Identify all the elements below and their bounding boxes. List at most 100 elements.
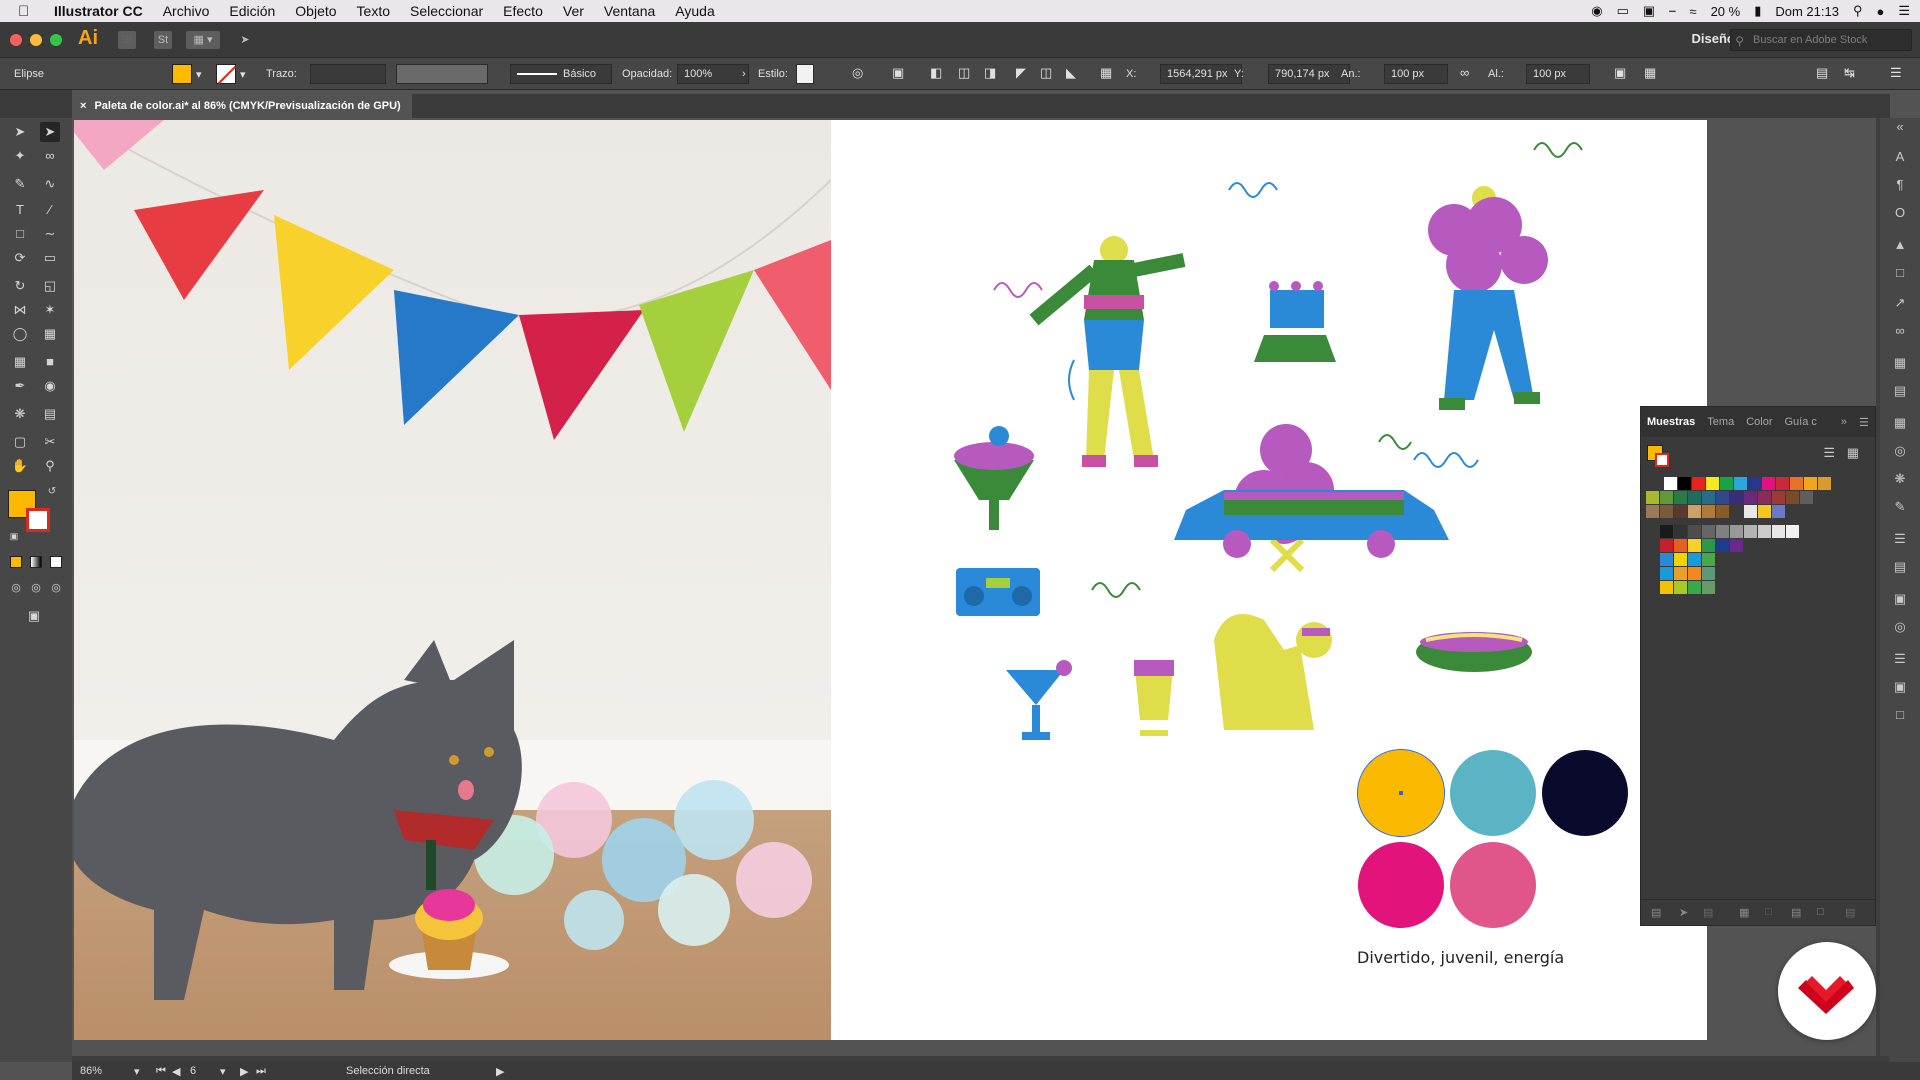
swatch[interactable] (1688, 525, 1701, 538)
eyedropper-tool-icon[interactable]: ✒ (10, 376, 30, 396)
zoom-window-icon[interactable] (50, 34, 62, 46)
tab-muestras[interactable]: Muestras (1641, 416, 1701, 428)
record-icon[interactable]: ◉ (1591, 3, 1602, 19)
align-bottom-icon[interactable]: ◣ (1066, 65, 1076, 81)
selection-tool-icon[interactable]: ➤ (10, 122, 30, 142)
palette-circle-yellow[interactable] (1357, 749, 1445, 837)
hand-tool-icon[interactable]: ✋ (10, 456, 30, 476)
swap-colors-icon[interactable]: ↺ (42, 482, 62, 502)
tab-color[interactable]: Color (1740, 416, 1778, 428)
show-kinds-icon[interactable]: ▤ (1703, 906, 1713, 919)
swatch[interactable] (1646, 491, 1659, 504)
menu-ventana[interactable]: Ventana (604, 3, 655, 19)
character-panel-icon[interactable]: A (1891, 148, 1909, 166)
type-tool-icon[interactable]: T (10, 200, 30, 220)
paintbrush-tool-icon[interactable]: ∼ (40, 224, 60, 244)
swatch[interactable] (1660, 581, 1673, 594)
palette-circle-navy[interactable] (1542, 750, 1628, 836)
list-view-icon[interactable]: ☰ (1823, 445, 1835, 461)
vertical-scrollbar[interactable] (1876, 118, 1880, 1062)
align-center-icon[interactable]: ◫ (958, 65, 970, 81)
swatch-options-icon[interactable]: ▦ (1739, 906, 1749, 919)
menu-ver[interactable]: Ver (563, 3, 584, 19)
mesh-tool-icon[interactable]: ▦ (10, 352, 30, 372)
battery-label[interactable]: 20 % (1711, 4, 1741, 19)
swatch[interactable] (1706, 477, 1719, 490)
symbol-sprayer-tool-icon[interactable]: ❋ (10, 404, 30, 424)
brushes-panel-icon[interactable]: ✎ (1891, 498, 1909, 516)
palette-circle-magenta[interactable] (1358, 842, 1444, 928)
draw-inside-icon[interactable]: ◎ (46, 578, 66, 598)
swatch[interactable] (1674, 505, 1687, 518)
swatch[interactable] (1730, 539, 1743, 552)
draw-behind-icon[interactable]: ◎ (26, 578, 46, 598)
previous-artboard-icon[interactable]: ◀ (172, 1065, 180, 1078)
swatch[interactable] (1720, 477, 1733, 490)
swatch[interactable] (1818, 477, 1831, 490)
line-tool-icon[interactable]: ∕ (40, 200, 60, 220)
document-tab[interactable]: × Paleta de color.ai* al 86% (CMYK/Previs… (72, 94, 412, 118)
align-right-icon[interactable]: ◨ (984, 65, 996, 81)
direct-selection-tool-icon[interactable]: ➤ (40, 122, 60, 142)
align-left-icon[interactable]: ◧ (930, 65, 942, 81)
arrange-panels-icon[interactable]: ▤ (1816, 65, 1828, 81)
shape-builder-tool-icon[interactable]: ◯ (10, 324, 30, 344)
link-proportions-icon[interactable]: ∞ (1460, 65, 1469, 80)
swatch[interactable] (1678, 477, 1691, 490)
next-artboard-icon[interactable]: ▶ (240, 1065, 248, 1078)
status-menu-icon[interactable]: ▶ (496, 1065, 504, 1078)
color-panel-icon[interactable]: ❋ (1891, 470, 1909, 488)
apple-icon[interactable]:  (18, 3, 40, 20)
trash-icon[interactable]: ▤ (1845, 906, 1855, 919)
swatch[interactable] (1744, 525, 1757, 538)
swatch[interactable] (1660, 525, 1673, 538)
pen-tool-icon[interactable]: ✎ (10, 174, 30, 194)
menu-objeto[interactable]: Objeto (295, 3, 336, 19)
swatch[interactable] (1660, 553, 1673, 566)
stroke-dropdown-icon[interactable]: ▾ (240, 68, 246, 81)
transform-icon[interactable]: ▣ (1614, 65, 1626, 81)
eraser-tool-icon[interactable]: ▭ (40, 248, 60, 268)
width-field[interactable]: 100 px (1384, 64, 1448, 84)
panel-menu-icon[interactable]: ☰ (1859, 416, 1869, 429)
links-panel-icon[interactable]: ∞ (1891, 322, 1909, 340)
swatch[interactable] (1730, 491, 1743, 504)
stock-button[interactable]: St (154, 31, 172, 49)
swatch[interactable] (1762, 477, 1775, 490)
swatch[interactable] (1674, 567, 1687, 580)
bluetooth-icon[interactable] (1669, 3, 1675, 19)
lasso-tool-icon[interactable]: ∞ (40, 146, 60, 166)
minimize-window-icon[interactable] (30, 34, 42, 46)
zoom-dropdown-icon[interactable]: ▾ (134, 1065, 140, 1078)
swatch[interactable] (1716, 505, 1729, 518)
export-panel-icon[interactable]: ↗ (1891, 294, 1909, 312)
x-position-field[interactable]: 1564,291 px (1160, 64, 1242, 84)
transform-panel-icon[interactable]: ▦ (1891, 354, 1909, 372)
panel-stroke-swatch[interactable] (1655, 453, 1669, 467)
stroke-panel-icon[interactable]: ☰ (1891, 530, 1909, 548)
swatch[interactable] (1716, 491, 1729, 504)
swatch[interactable] (1702, 539, 1715, 552)
swatch[interactable] (1758, 505, 1771, 518)
swatch[interactable] (1702, 491, 1715, 504)
zoom-level[interactable]: 86% (80, 1065, 102, 1077)
default-colors-icon[interactable]: ▣ (4, 526, 24, 546)
opacity-field[interactable]: 100% (677, 64, 749, 84)
gradient-tool-icon[interactable]: ■ (40, 352, 60, 372)
battery-icon[interactable]: ▮ (1754, 3, 1761, 19)
swatch[interactable] (1646, 505, 1659, 518)
control-menu-icon[interactable]: ☰ (1890, 65, 1902, 81)
swatch[interactable] (1660, 567, 1673, 580)
artboard[interactable]: Divertido, juvenil, energía (74, 120, 1707, 1040)
swatch[interactable] (1734, 477, 1747, 490)
stroke-swatch[interactable] (216, 64, 236, 84)
puppet-warp-tool-icon[interactable]: ✶ (40, 300, 60, 320)
color-guide-panel-icon[interactable]: ◎ (1891, 442, 1909, 460)
expand-panels-icon[interactable]: » (1841, 416, 1847, 428)
swatch[interactable] (1730, 525, 1743, 538)
menu-seleccionar[interactable]: Seleccionar (410, 3, 483, 19)
spotlight-icon[interactable]: ⚲ (1853, 3, 1863, 19)
swatch[interactable] (1702, 525, 1715, 538)
tab-guia-color[interactable]: Guía c (1779, 416, 1823, 428)
swatch[interactable] (1702, 553, 1715, 566)
